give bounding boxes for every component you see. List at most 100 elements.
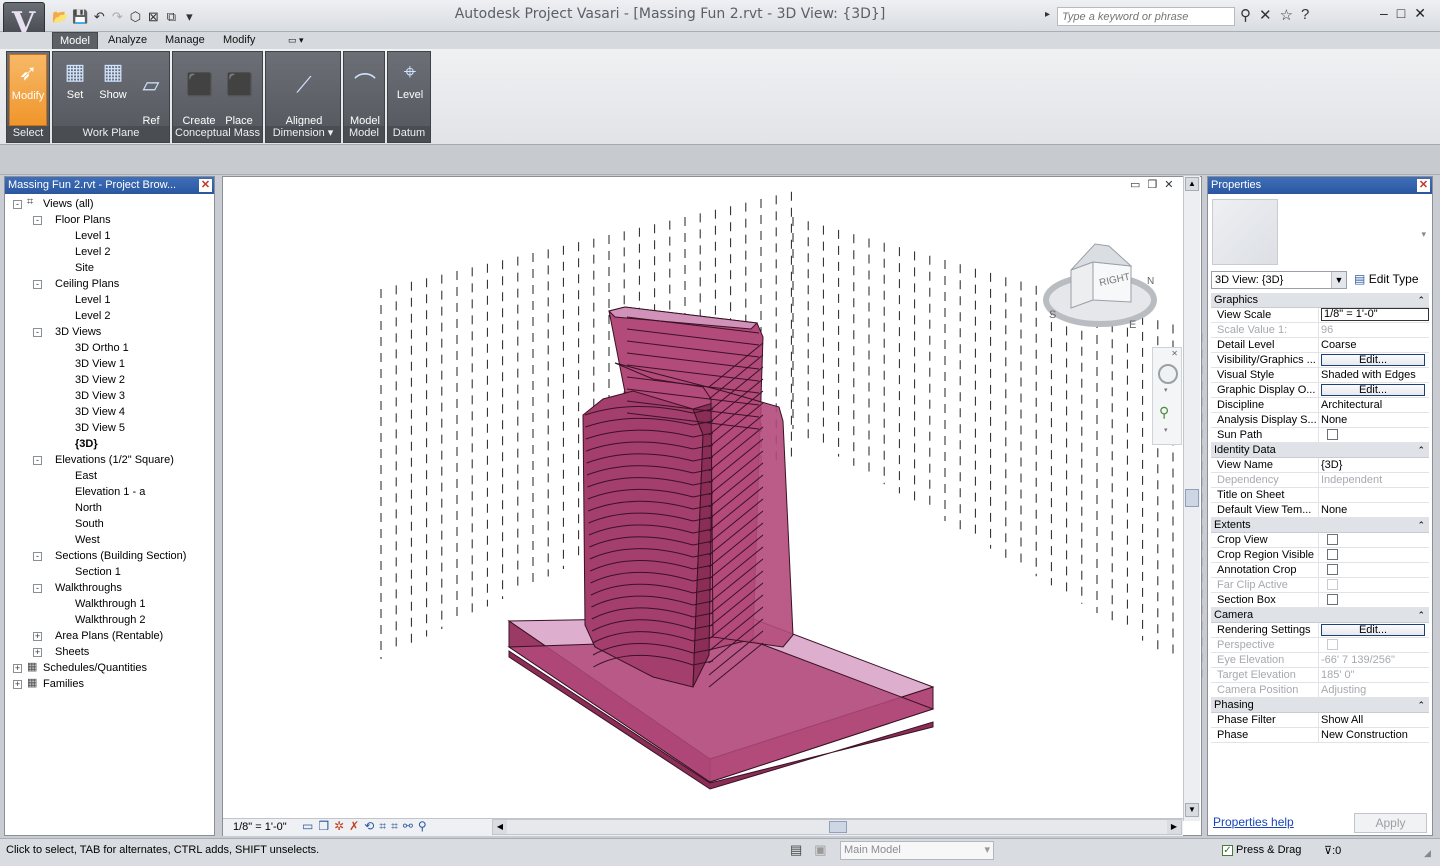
- search-expand-icon[interactable]: ▸: [1045, 9, 1050, 20]
- tab-modify[interactable]: Modify: [216, 32, 262, 49]
- property-value[interactable]: 1/8" = 1'-0": [1319, 308, 1429, 322]
- selection-filter[interactable]: ⊽:0: [1324, 844, 1341, 857]
- property-group-header[interactable]: Identity Data ⌃: [1211, 443, 1429, 458]
- browser-node[interactable]: 3D View 4: [75, 404, 125, 420]
- panel-label-dimension[interactable]: Dimension ▾: [266, 126, 340, 142]
- collapse-toggle-icon[interactable]: -: [33, 216, 42, 225]
- browser-node[interactable]: Sections (Building Section): [55, 548, 186, 564]
- communication-icon[interactable]: ✕: [1259, 6, 1272, 24]
- browser-node[interactable]: Walkthroughs: [55, 580, 122, 596]
- property-group-header[interactable]: Camera ⌃: [1211, 608, 1429, 623]
- worksharing-icon[interactable]: ▤: [790, 842, 802, 858]
- navbar-close-icon[interactable]: ✕: [1171, 349, 1178, 358]
- property-value[interactable]: Architectural: [1319, 398, 1429, 412]
- ref-plane-button[interactable]: ▱ Ref Plane: [133, 54, 169, 140]
- edit-button[interactable]: Edit...: [1321, 624, 1425, 636]
- steering-wheel-icon[interactable]: [1158, 364, 1178, 384]
- 3d-view-icon[interactable]: ⬡: [128, 9, 142, 25]
- mass-tower[interactable]: [582, 306, 794, 688]
- viewcube-graphic[interactable]: RIGHT S E N: [1043, 240, 1158, 332]
- browser-node[interactable]: Walkthrough 1: [75, 596, 146, 612]
- save-icon[interactable]: 💾: [72, 9, 88, 25]
- browser-node[interactable]: Sheets: [55, 644, 89, 660]
- property-group-header[interactable]: Phasing ⌃: [1211, 698, 1429, 713]
- tab-analyze[interactable]: Analyze: [101, 32, 154, 49]
- detail-level-icon[interactable]: ▭: [302, 819, 313, 834]
- browser-node[interactable]: {3D}: [75, 436, 98, 452]
- scroll-right-icon[interactable]: ▶: [1167, 820, 1181, 834]
- close-icon[interactable]: ✕: [1414, 5, 1426, 22]
- expand-toggle-icon[interactable]: +: [13, 680, 22, 689]
- browser-node[interactable]: South: [75, 516, 104, 532]
- collapse-chevron-icon[interactable]: ⌃: [1417, 518, 1425, 532]
- property-value[interactable]: {3D}: [1319, 458, 1429, 472]
- qat-customize-icon[interactable]: ▾: [182, 9, 196, 25]
- edit-button[interactable]: Edit...: [1321, 354, 1425, 366]
- browser-node[interactable]: 3D View 2: [75, 372, 125, 388]
- maximize-icon[interactable]: □: [1397, 5, 1405, 22]
- switch-windows-icon[interactable]: ⧉: [164, 9, 178, 25]
- tab-manage[interactable]: Manage: [158, 32, 212, 49]
- property-group-header[interactable]: Extents ⌃: [1211, 518, 1429, 533]
- view-minimize-icon[interactable]: ▭: [1130, 178, 1140, 191]
- expand-toggle-icon[interactable]: +: [33, 648, 42, 657]
- browser-node[interactable]: Views (all): [43, 196, 94, 212]
- property-value[interactable]: [1319, 533, 1429, 547]
- chevron-down-icon[interactable]: ▾: [1164, 426, 1168, 434]
- collapse-chevron-icon[interactable]: ⌃: [1417, 698, 1425, 712]
- favorites-icon[interactable]: ☆: [1280, 6, 1293, 24]
- vertical-scrollbar[interactable]: ▲ ▼: [1183, 176, 1200, 821]
- collapse-chevron-icon[interactable]: ⌃: [1417, 608, 1425, 622]
- browser-node[interactable]: East: [75, 468, 97, 484]
- tab-model[interactable]: Model: [52, 32, 98, 49]
- help-icon[interactable]: ?: [1301, 6, 1309, 24]
- collapse-chevron-icon[interactable]: ⌃: [1417, 293, 1425, 307]
- property-value[interactable]: None: [1319, 413, 1429, 427]
- collapse-toggle-icon[interactable]: -: [33, 456, 42, 465]
- horizontal-scroll-thumb[interactable]: [829, 821, 847, 833]
- model-line-button[interactable]: ⌒ Model Line: [346, 54, 384, 140]
- viewcube[interactable]: RIGHT S E N: [1043, 240, 1158, 332]
- visual-style-icon[interactable]: ❒: [318, 819, 329, 834]
- ribbon-minimize-toggle[interactable]: ▭ ▾: [281, 32, 311, 49]
- collapse-chevron-icon[interactable]: ⌃: [1417, 443, 1425, 457]
- property-value[interactable]: Show All: [1319, 713, 1429, 727]
- browser-node[interactable]: Families: [43, 676, 84, 692]
- view-close-icon[interactable]: ✕: [1164, 178, 1173, 191]
- property-checkbox[interactable]: [1327, 534, 1338, 545]
- design-options-icon[interactable]: ▣: [814, 842, 826, 858]
- view-scale-input[interactable]: 1/8" = 1'-0": [1321, 308, 1429, 321]
- scroll-up-icon[interactable]: ▲: [1185, 177, 1199, 191]
- property-value[interactable]: None: [1319, 503, 1429, 517]
- property-value[interactable]: [1319, 548, 1429, 562]
- expand-toggle-icon[interactable]: +: [33, 632, 42, 641]
- browser-node[interactable]: North: [75, 500, 102, 516]
- browser-node[interactable]: Elevation 1 - a: [75, 484, 145, 500]
- property-checkbox[interactable]: [1327, 564, 1338, 575]
- temporary-hide-icon[interactable]: ⚯: [403, 819, 413, 834]
- property-checkbox[interactable]: [1327, 429, 1338, 440]
- property-value[interactable]: [1319, 488, 1429, 502]
- edit-type-button[interactable]: ▤ Edit Type: [1354, 272, 1419, 286]
- browser-node[interactable]: 3D View 3: [75, 388, 125, 404]
- collapse-toggle-icon[interactable]: -: [33, 280, 42, 289]
- property-value[interactable]: Shaded with Edges: [1319, 368, 1429, 382]
- chevron-down-icon[interactable]: ▾: [1421, 229, 1426, 240]
- property-checkbox[interactable]: [1327, 594, 1338, 605]
- browser-node[interactable]: Site: [75, 260, 94, 276]
- vertical-scroll-thumb[interactable]: [1185, 489, 1199, 507]
- resize-grip-icon[interactable]: ◢: [1424, 848, 1431, 859]
- close-icon[interactable]: ✕: [199, 179, 212, 192]
- redo-icon[interactable]: ↷: [110, 9, 124, 25]
- property-value[interactable]: Edit...: [1319, 353, 1429, 367]
- property-value[interactable]: Edit...: [1319, 383, 1429, 397]
- reveal-hidden-icon[interactable]: ⚲: [418, 819, 427, 834]
- apply-button[interactable]: Apply: [1354, 813, 1427, 833]
- crop-view-icon[interactable]: ⌗: [379, 819, 386, 834]
- property-value[interactable]: Coarse: [1319, 338, 1429, 352]
- browser-node[interactable]: Elevations (1/2" Square): [55, 452, 174, 468]
- scroll-left-icon[interactable]: ◀: [493, 820, 507, 834]
- collapse-toggle-icon[interactable]: -: [33, 328, 42, 337]
- active-model-dropdown[interactable]: Main Model ▾: [840, 841, 994, 860]
- zoom-region-icon[interactable]: ⚲: [1159, 404, 1169, 421]
